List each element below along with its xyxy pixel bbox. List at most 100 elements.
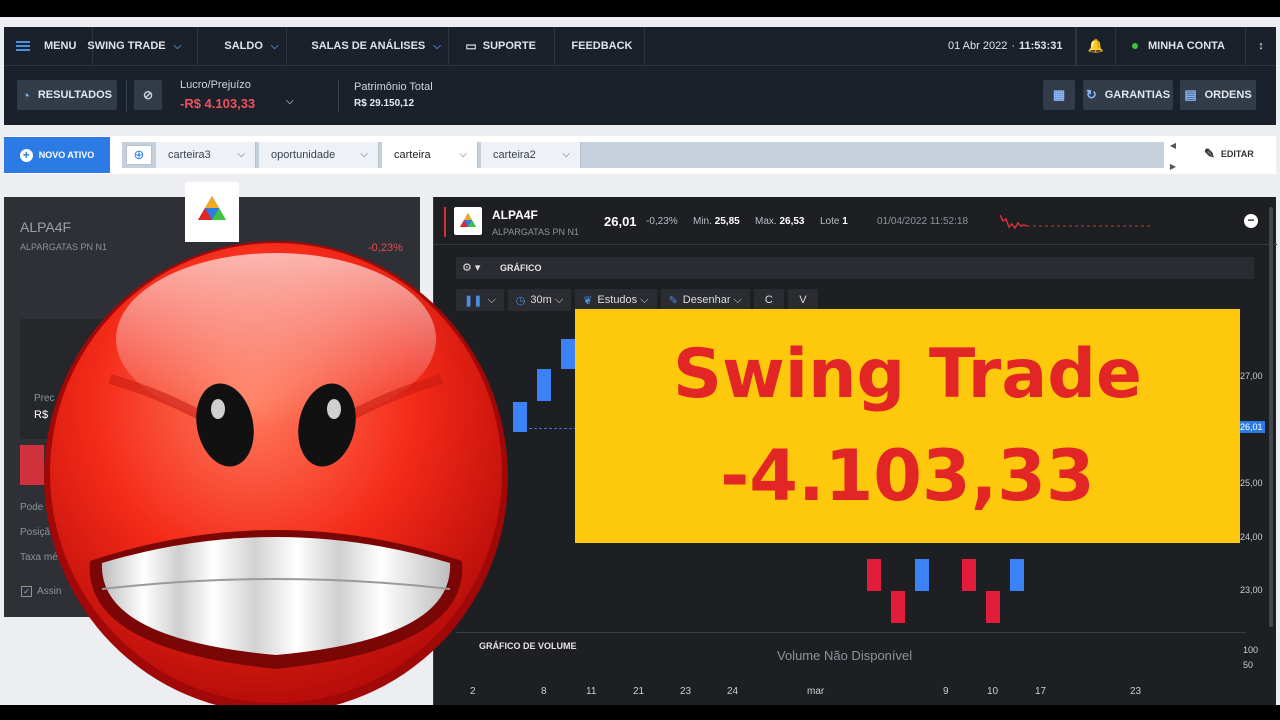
x-tick: 23 — [1130, 686, 1142, 697]
y-tick: 27,00 — [1240, 371, 1263, 381]
minha-conta-button[interactable]: MINHA CONTA — [1116, 27, 1246, 65]
portfolio-tabs: ⊕ carteira3 ⌵ oportunidade ⌵ carteira ⌵ … — [122, 142, 1164, 168]
chevron-down-icon: ⌵ — [433, 40, 441, 52]
sell-v-button[interactable]: V — [787, 289, 818, 311]
chevron-down-icon: ⌵ — [237, 149, 245, 160]
x-tick: 8 — [541, 686, 547, 697]
candle — [915, 559, 929, 591]
novo-ativo-button[interactable]: + NOVO ATIVO — [4, 137, 110, 173]
buy-c-button[interactable]: C — [753, 289, 784, 311]
collapse-toggle[interactable]: ↕ — [1246, 27, 1276, 65]
chart-title-bar: ⚙ ▾ GRÁFICO — [456, 257, 1254, 279]
online-status-icon — [1132, 43, 1138, 49]
x-tick: mar — [807, 686, 825, 697]
interval-dropdown[interactable]: ◷ 30m ⌵ — [507, 289, 572, 311]
estudos-dropdown[interactable]: ❦ Estudos ⌵ — [575, 289, 657, 311]
tab-carteira2[interactable]: carteira2 ⌵ — [481, 142, 581, 168]
chevron-down-icon: ⌵ — [270, 40, 279, 52]
swing-trade-dropdown[interactable]: SWING TRADE ⌵ — [87, 27, 197, 65]
x-tick: 17 — [1035, 686, 1047, 697]
scrollbar[interactable] — [1269, 207, 1273, 627]
edit-icon: ✎ — [1204, 146, 1215, 161]
x-tick: 21 — [633, 686, 645, 697]
grid-icon: ▦ — [1052, 87, 1066, 102]
time-text: 11:53:31 — [1019, 40, 1063, 52]
saldo-dropdown[interactable]: SALDO ⌵ — [197, 27, 288, 65]
candle — [513, 402, 527, 432]
add-portfolio-button[interactable]: ⊕ — [126, 145, 152, 165]
chart-ticker: ALPA4F — [492, 208, 538, 222]
banner-title: Swing Trade — [673, 335, 1142, 414]
minimize-button[interactable]: − — [1244, 214, 1258, 228]
pie-chart-icon: ◔ — [21, 87, 30, 103]
candle — [962, 559, 976, 591]
feedback-label: FEEDBACK — [571, 40, 633, 52]
volume-tick: 50 — [1243, 660, 1254, 670]
top-nav: MENU SWING TRADE ⌵ SALDO ⌵ SALAS DE ANÁL… — [4, 27, 1276, 65]
account-label: MINHA CONTA — [1148, 40, 1225, 52]
refresh-icon: ↻ — [1085, 87, 1097, 102]
feedback-button[interactable]: FEEDBACK — [555, 27, 646, 65]
y-tick: 23,00 — [1240, 585, 1263, 595]
saldo-label: SALDO — [224, 40, 263, 52]
volume-unavailable: Volume Não Disponível — [777, 648, 913, 663]
chart-header: ALPA4F ALPARGATAS PN N1 26,01 -0,23% Min… — [434, 197, 1277, 245]
angry-face-icon — [44, 241, 508, 705]
document-icon: ▤ — [1184, 87, 1197, 102]
editar-button[interactable]: ✎ EDITAR — [1204, 146, 1254, 162]
layout-grid-button[interactable]: ▦ — [1043, 80, 1075, 110]
menu-button[interactable]: MENU — [4, 27, 94, 65]
swing-trade-banner: Swing Trade -4.103,33 — [575, 309, 1240, 543]
ordens-button[interactable]: ▤ ORDENS — [1180, 80, 1256, 110]
chevron-down-icon: ⌵ — [360, 149, 368, 160]
chat-icon: ▭ — [465, 39, 477, 53]
tab-carteira3[interactable]: carteira3 ⌵ — [156, 142, 256, 168]
chevron-left-icon[interactable]: ◀ — [1170, 141, 1176, 150]
swing-trade-label: SWING TRADE — [87, 40, 166, 52]
pin-icon: ❦ — [583, 294, 593, 307]
banner-value: -4.103,33 — [720, 435, 1095, 517]
menu-label: MENU — [44, 40, 77, 52]
salas-dropdown[interactable]: SALAS DE ANÁLISES ⌵ — [287, 27, 450, 65]
tab-oportunidade[interactable]: oportunidade ⌵ — [259, 142, 379, 168]
chevron-down-icon[interactable]: ⌵ — [286, 96, 294, 107]
resultados-button[interactable]: ◔ RESULTADOS — [17, 80, 117, 110]
lote-stat: Lote 1 — [820, 216, 848, 227]
candle — [537, 369, 551, 401]
patrimonio-value: R$ 29.150,12 — [354, 98, 415, 109]
chevron-down-icon: ⌵ — [173, 40, 182, 52]
hamburger-icon — [16, 41, 30, 51]
suporte-button[interactable]: ▭ SUPORTE — [449, 27, 556, 65]
tab-carteira[interactable]: carteira ⌵ — [382, 142, 478, 168]
portfolio-bar: + NOVO ATIVO ⊕ carteira3 ⌵ oportunidade … — [4, 136, 1276, 174]
date-text: 01 Abr 2022 — [948, 40, 1008, 52]
tab-scroll-arrows[interactable]: ◀ ▶ — [1167, 141, 1179, 171]
volume-tick: 100 — [1243, 645, 1259, 655]
sparkline — [1000, 214, 1150, 230]
lucro-label: Lucro/Prejuízo — [180, 79, 251, 91]
clock-icon: ◷ — [515, 294, 526, 307]
candle — [986, 591, 1000, 623]
chevron-down-icon: ⌵ — [459, 149, 467, 160]
chevron-right-icon[interactable]: ▶ — [1170, 162, 1176, 171]
garantias-button[interactable]: ↻ GARANTIAS — [1083, 80, 1173, 110]
plus-icon: + — [19, 148, 33, 162]
x-tick: 23 — [680, 686, 692, 697]
desenhar-dropdown[interactable]: ✎ Desenhar ⌵ — [660, 289, 750, 311]
lucro-value: -R$ 4.103,33 — [180, 96, 256, 111]
checkbox[interactable]: ✓ — [21, 586, 32, 597]
current-price-tag: 26,01 — [1238, 421, 1265, 433]
notifications-button[interactable]: 🔔 — [1076, 27, 1116, 65]
broker-app: MENU SWING TRADE ⌵ SALDO ⌵ SALAS DE ANÁL… — [0, 17, 1280, 705]
account-summary-bar: ◔ RESULTADOS ⊘ Lucro/Prejuízo -R$ 4.103,… — [4, 65, 1276, 171]
suporte-label: SUPORTE — [482, 40, 536, 52]
hide-values-button[interactable]: ⊘ — [134, 80, 162, 110]
candle — [561, 339, 575, 369]
salas-label: SALAS DE ANÁLISES — [311, 40, 426, 52]
x-tick: 10 — [987, 686, 999, 697]
max-stat: Max. 26,53 — [755, 216, 805, 227]
eye-off-icon: ⊘ — [142, 88, 154, 102]
chart-change: -0,23% — [646, 216, 678, 227]
bell-icon: 🔔 — [1087, 38, 1105, 53]
min-stat: Min. 25,85 — [693, 216, 740, 227]
